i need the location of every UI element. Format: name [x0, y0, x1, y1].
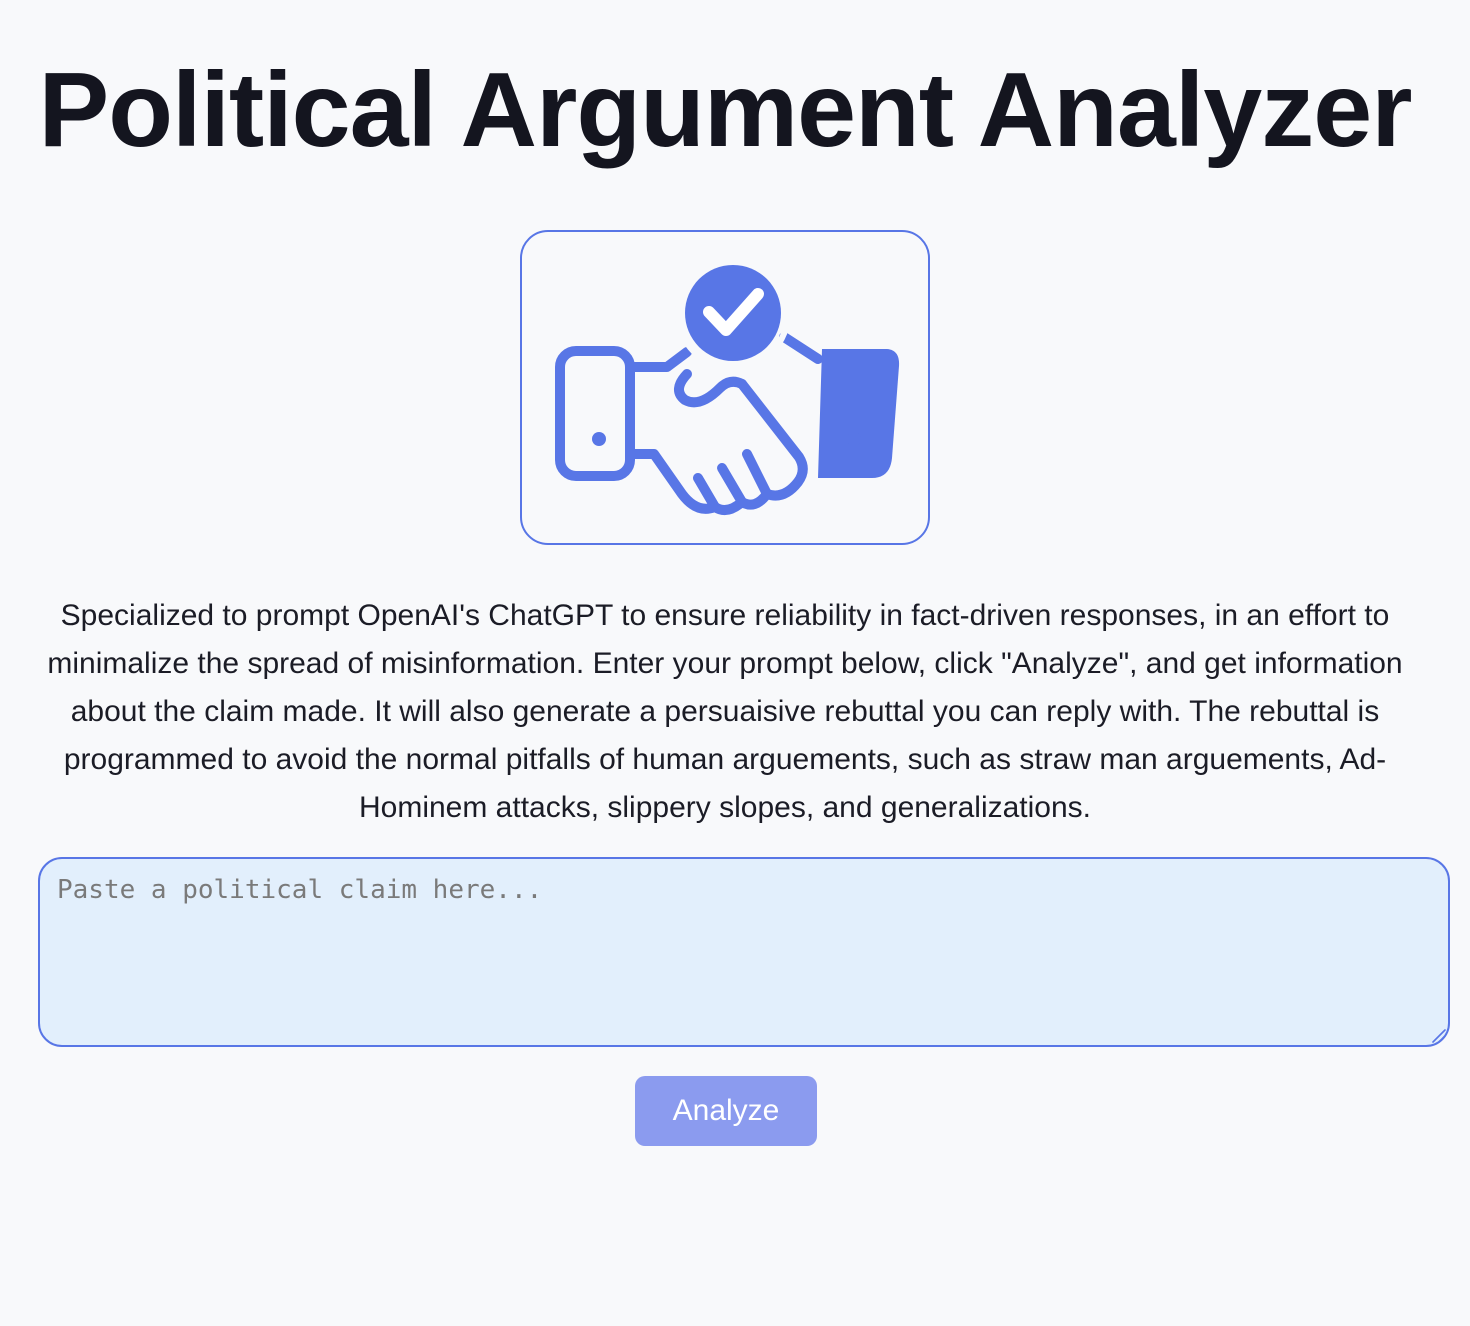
description-text: Specialized to prompt OpenAI's ChatGPT t…: [47, 599, 1403, 824]
handshake-check-icon: [555, 255, 900, 516]
page-title: Political Argument Analyzer: [38, 51, 1413, 169]
analyze-button[interactable]: Analyze: [635, 1076, 817, 1146]
logo-card: [520, 230, 930, 545]
resize-grip-icon[interactable]: [1430, 1027, 1446, 1043]
claim-input[interactable]: [38, 857, 1450, 1047]
